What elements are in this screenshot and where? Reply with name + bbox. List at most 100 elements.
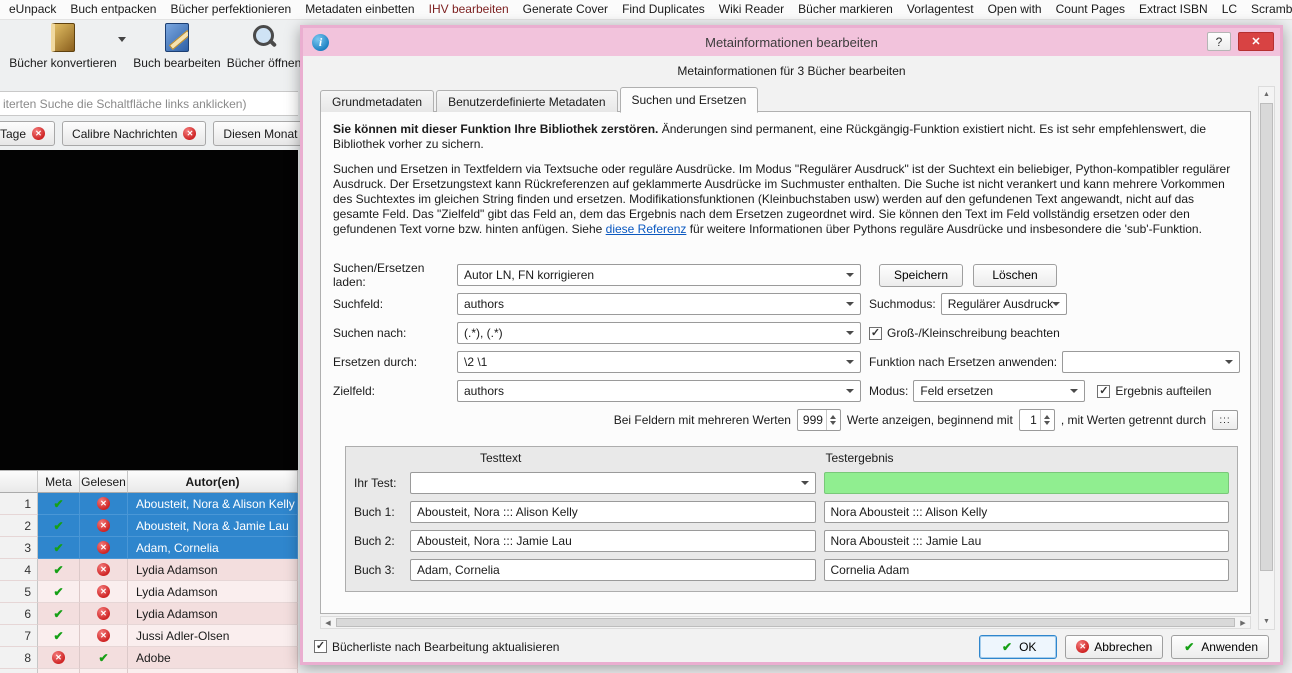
warning-text: Sie können mit dieser Funktion Ihre Bibl… <box>333 122 1238 152</box>
meta-column-header[interactable]: Meta <box>38 471 80 493</box>
scroll-left-icon[interactable]: ◀ <box>321 619 335 627</box>
authors-column-header[interactable]: Autor(en) <box>128 471 298 493</box>
menu-item-generate-cover[interactable]: Generate Cover <box>516 0 615 19</box>
meta-status-icon <box>52 563 66 577</box>
table-row[interactable]: 4 Lydia Adamson <box>0 559 298 581</box>
read-status-icon <box>97 651 111 665</box>
refresh-booklist-checkbox[interactable] <box>314 640 327 653</box>
help-button[interactable]: ? <box>1207 32 1231 51</box>
replace-with-label: Ersetzen durch: <box>333 355 418 369</box>
table-row[interactable]: 8 Adobe <box>0 647 298 669</box>
search-mode-combo[interactable]: Regulärer Ausdruck <box>940 293 1067 315</box>
split-result-label: Ergebnis aufteilen <box>1115 384 1212 398</box>
menu-item-buecher-markieren[interactable]: Bücher markieren <box>791 0 900 19</box>
split-result-checkbox[interactable] <box>1097 384 1111 398</box>
multiple-values-row: Bei Feldern mit mehreren Werten 999 Wert… <box>333 408 1238 432</box>
cancel-button[interactable]: Abbrechen <box>1065 634 1164 659</box>
edit-book-icon <box>165 23 189 52</box>
tab-grundmetadaten[interactable]: Grundmetadaten <box>320 90 435 112</box>
replace-with-combo[interactable]: \2 \1 <box>457 351 861 373</box>
read-column-header[interactable]: Gelesen <box>80 471 128 493</box>
menu-item-count-pages[interactable]: Count Pages <box>1049 0 1132 19</box>
your-test-combo[interactable] <box>410 472 816 494</box>
row-number: 4 <box>0 559 38 581</box>
test-box: Testtext Testergebnis Ihr Test: Buch 1: … <box>345 446 1238 592</box>
load-combo[interactable]: Autor LN, FN korrigieren <box>457 264 861 286</box>
tab-suchen-und-ersetzen[interactable]: Suchen und Ersetzen <box>619 87 759 113</box>
load-label: Suchen/Ersetzen laden: <box>333 261 425 289</box>
scroll-down-icon[interactable]: ▼ <box>1259 614 1274 629</box>
delete-button[interactable]: Löschen <box>973 263 1057 287</box>
read-status-icon <box>97 629 110 642</box>
book3-result-field: Cornelia Adam <box>823 559 1229 581</box>
book1-result-field: Nora Abousteit ::: Alison Kelly <box>823 501 1229 523</box>
chevron-down-icon[interactable] <box>118 37 126 46</box>
close-button[interactable]: ✕ <box>1238 32 1274 51</box>
search-for-value: (.*), (.*) <box>464 326 503 340</box>
book2-label: Buch 2: <box>354 534 395 548</box>
book2-test-input[interactable]: Abousteit, Nora ::: Jamie Lau <box>410 530 816 552</box>
close-tab-icon[interactable] <box>32 127 46 140</box>
mode-combo[interactable]: Feld ersetzen <box>913 380 1086 402</box>
chevron-down-icon <box>846 389 854 397</box>
search-field-combo[interactable]: authors <box>457 293 861 315</box>
close-tab-icon[interactable] <box>183 127 197 140</box>
menu-item-metadaten-einbetten[interactable]: Metadaten einbetten <box>298 0 421 19</box>
menu-item-find-duplicates[interactable]: Find Duplicates <box>615 0 712 19</box>
book1-test-input[interactable]: Abousteit, Nora ::: Alison Kelly <box>410 501 816 523</box>
replace-with-row: Ersetzen durch: \2 \1 Funktion nach Erse… <box>333 350 1240 374</box>
search-for-combo[interactable]: (.*), (.*) <box>457 322 861 344</box>
separator-button[interactable]: ::: <box>1212 410 1238 430</box>
horizontal-scrollbar[interactable]: ◀ ▶ <box>320 616 1251 629</box>
menu-item-buecher-perfektionieren[interactable]: Bücher perfektionieren <box>163 0 298 19</box>
vertical-scrollbar[interactable]: ▲ ▼ <box>1258 86 1275 630</box>
vlib-tab-tage[interactable]: Tage <box>0 121 56 146</box>
menu-item-vorlagentest[interactable]: Vorlagentest <box>900 0 981 19</box>
read-status-icon <box>97 607 110 620</box>
start-value-spinner[interactable]: 1 <box>1018 409 1055 431</box>
mode-value: Feld ersetzen <box>920 384 994 398</box>
menu-item-wiki-reader[interactable]: Wiki Reader <box>712 0 791 19</box>
book3-test-input[interactable]: Adam, Cornelia <box>410 559 816 581</box>
search-mode-value: Regulärer Ausdruck <box>947 297 1054 311</box>
save-button[interactable]: Speichern <box>879 263 963 287</box>
menu-item-ihv-bearbeiten[interactable]: IHV bearbeiten <box>422 0 516 19</box>
table-row[interactable]: 1 Abousteit, Nora & Alison Kelly <box>0 493 298 515</box>
apply-function-combo[interactable] <box>1062 351 1240 373</box>
vertical-scrollbar-thumb[interactable] <box>1260 103 1273 571</box>
read-status-icon <box>97 563 110 576</box>
spinner-arrows-icon[interactable] <box>825 410 840 430</box>
read-status-icon <box>97 497 110 510</box>
menu-item-eunpack[interactable]: eUnpack <box>2 0 63 19</box>
scroll-right-icon[interactable]: ▶ <box>1236 619 1250 627</box>
apply-button[interactable]: Anwenden <box>1171 634 1269 659</box>
menu-item-open-with[interactable]: Open with <box>981 0 1049 19</box>
menu-item-scrambleebook[interactable]: ScrambleEbook <box>1244 0 1292 19</box>
authors-cell: Lydia Adamson <box>128 603 298 625</box>
edit-book-button[interactable]: Buch bearbeiten <box>130 23 224 70</box>
convert-books-button[interactable]: Bücher konvertieren <box>6 23 126 70</box>
table-row[interactable]: 3 Adam, Cornelia <box>0 537 298 559</box>
table-row[interactable]: 5 Lydia Adamson <box>0 581 298 603</box>
row-number: 9 <box>0 669 38 673</box>
table-row[interactable]: 2 Abousteit, Nora & Jamie Lau <box>0 515 298 537</box>
table-row[interactable]: 7 Jussi Adler-Olsen <box>0 625 298 647</box>
horizontal-scrollbar-thumb[interactable] <box>336 618 1235 627</box>
table-row[interactable]: 9 <box>0 669 298 673</box>
menu-item-lc[interactable]: LC <box>1215 0 1244 19</box>
table-row[interactable]: 6 Lydia Adamson <box>0 603 298 625</box>
values-count-spinner[interactable]: 999 <box>796 409 841 431</box>
tab-benutzerdefinierte-metadaten[interactable]: Benutzerdefinierte Metadaten <box>436 90 618 112</box>
menu-item-extract-isbn[interactable]: Extract ISBN <box>1132 0 1215 19</box>
search-input[interactable]: iterten Suche die Schaltfläche links ank… <box>0 91 298 116</box>
ok-button[interactable]: OK <box>979 634 1058 659</box>
spinner-arrows-icon[interactable] <box>1039 410 1054 430</box>
dialog-titlebar[interactable]: Metainformationen bearbeiten i ? ✕ <box>303 28 1280 56</box>
scroll-up-icon[interactable]: ▲ <box>1259 87 1274 102</box>
open-books-button[interactable]: Bücher öffnen <box>226 23 302 70</box>
case-sensitive-checkbox[interactable] <box>869 326 882 340</box>
destination-combo[interactable]: authors <box>457 380 861 402</box>
vlib-tab-calibre-nachrichten[interactable]: Calibre Nachrichten <box>62 121 207 146</box>
menu-item-buch-entpacken[interactable]: Buch entpacken <box>63 0 163 19</box>
reference-link[interactable]: diese Referenz <box>606 222 687 236</box>
